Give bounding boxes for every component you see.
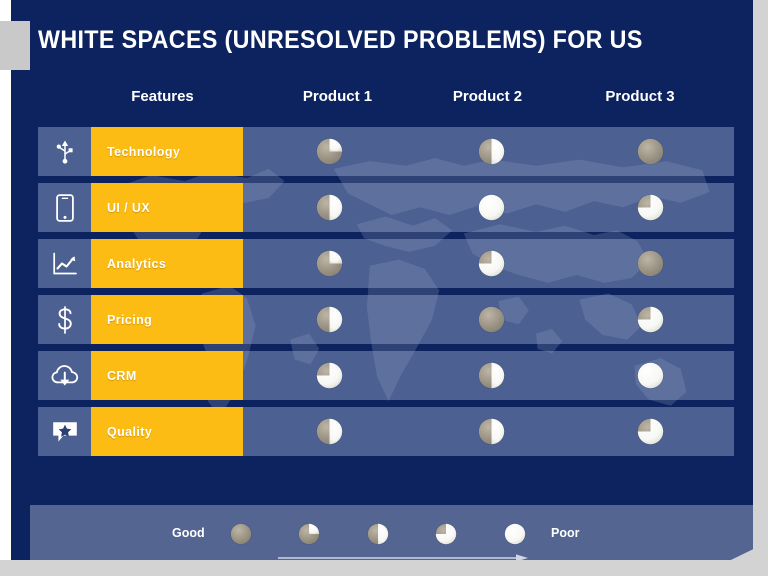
table-row: UI / UX: [38, 183, 734, 232]
legend-ball-100: [504, 523, 526, 545]
rating-cell-product-3[interactable]: [567, 127, 734, 176]
dollar-sign-icon: [38, 295, 91, 344]
rating-cell-product-1[interactable]: [243, 351, 415, 400]
feature-label: Pricing: [107, 312, 153, 327]
column-header-features: Features: [131, 88, 194, 105]
cloud-download-icon: [38, 351, 91, 400]
rating-cell-product-3[interactable]: [567, 407, 734, 456]
rating-cell-product-2[interactable]: [415, 183, 567, 232]
rating-cell-product-3[interactable]: [567, 183, 734, 232]
slide-canvas: WHITE SPACES (UNRESOLVED PROBLEMS) FOR U…: [0, 0, 753, 560]
rating-cell-product-3[interactable]: [567, 295, 734, 344]
comparison-table: Technology UI / UX Analytics Pricing CRM…: [38, 127, 734, 463]
rating-cell-product-2[interactable]: [415, 127, 567, 176]
speech-star-icon: [38, 407, 91, 456]
left-edge-strip: [0, 0, 11, 560]
feature-label-cell[interactable]: UI / UX: [91, 183, 243, 232]
feature-label: Analytics: [107, 256, 167, 271]
rating-cell-product-3[interactable]: [567, 351, 734, 400]
rating-cell-product-2[interactable]: [415, 295, 567, 344]
feature-label: Technology: [107, 144, 181, 159]
feature-label-cell[interactable]: CRM: [91, 351, 243, 400]
feature-label: CRM: [107, 368, 137, 383]
rating-cell-product-2[interactable]: [415, 239, 567, 288]
rating-cell-product-1[interactable]: [243, 239, 415, 288]
rating-cell-product-1[interactable]: [243, 183, 415, 232]
rating-cell-product-2[interactable]: [415, 351, 567, 400]
table-row: Analytics: [38, 239, 734, 288]
feature-label-cell[interactable]: Analytics: [91, 239, 243, 288]
feature-label-cell[interactable]: Pricing: [91, 295, 243, 344]
legend-ball-25: [298, 523, 320, 545]
legend-label-poor: Poor: [551, 525, 580, 540]
column-header-product-1: Product 1: [302, 88, 373, 105]
smartphone-icon: [38, 183, 91, 232]
legend-band: Good Poor: [30, 505, 753, 560]
right-arrow-icon: [278, 554, 528, 560]
rating-cell-product-2[interactable]: [415, 407, 567, 456]
rating-cell-product-1[interactable]: [243, 127, 415, 176]
table-row: Technology: [38, 127, 734, 176]
legend-ball-75: [435, 523, 457, 545]
feature-label-cell[interactable]: Quality: [91, 407, 243, 456]
legend-label-good: Good: [172, 525, 205, 540]
line-chart-icon: [38, 239, 91, 288]
feature-label: UI / UX: [107, 200, 151, 215]
usb-icon: [38, 127, 91, 176]
table-row: Quality: [38, 407, 734, 456]
rating-cell-product-3[interactable]: [567, 239, 734, 288]
legend-ball-50: [367, 523, 389, 545]
table-row: CRM: [38, 351, 734, 400]
legend-ball-0: [230, 523, 252, 545]
corner-tab-badge: [0, 21, 30, 70]
column-header-product-3: Product 3: [605, 88, 675, 105]
page-title: WHITE SPACES (UNRESOLVED PROBLEMS) FOR U…: [38, 26, 643, 54]
rating-cell-product-1[interactable]: [243, 295, 415, 344]
feature-label: Quality: [107, 424, 153, 439]
table-row: Pricing: [38, 295, 734, 344]
feature-label-cell[interactable]: Technology: [91, 127, 243, 176]
column-header-product-2: Product 2: [452, 88, 523, 105]
rating-cell-product-1[interactable]: [243, 407, 415, 456]
